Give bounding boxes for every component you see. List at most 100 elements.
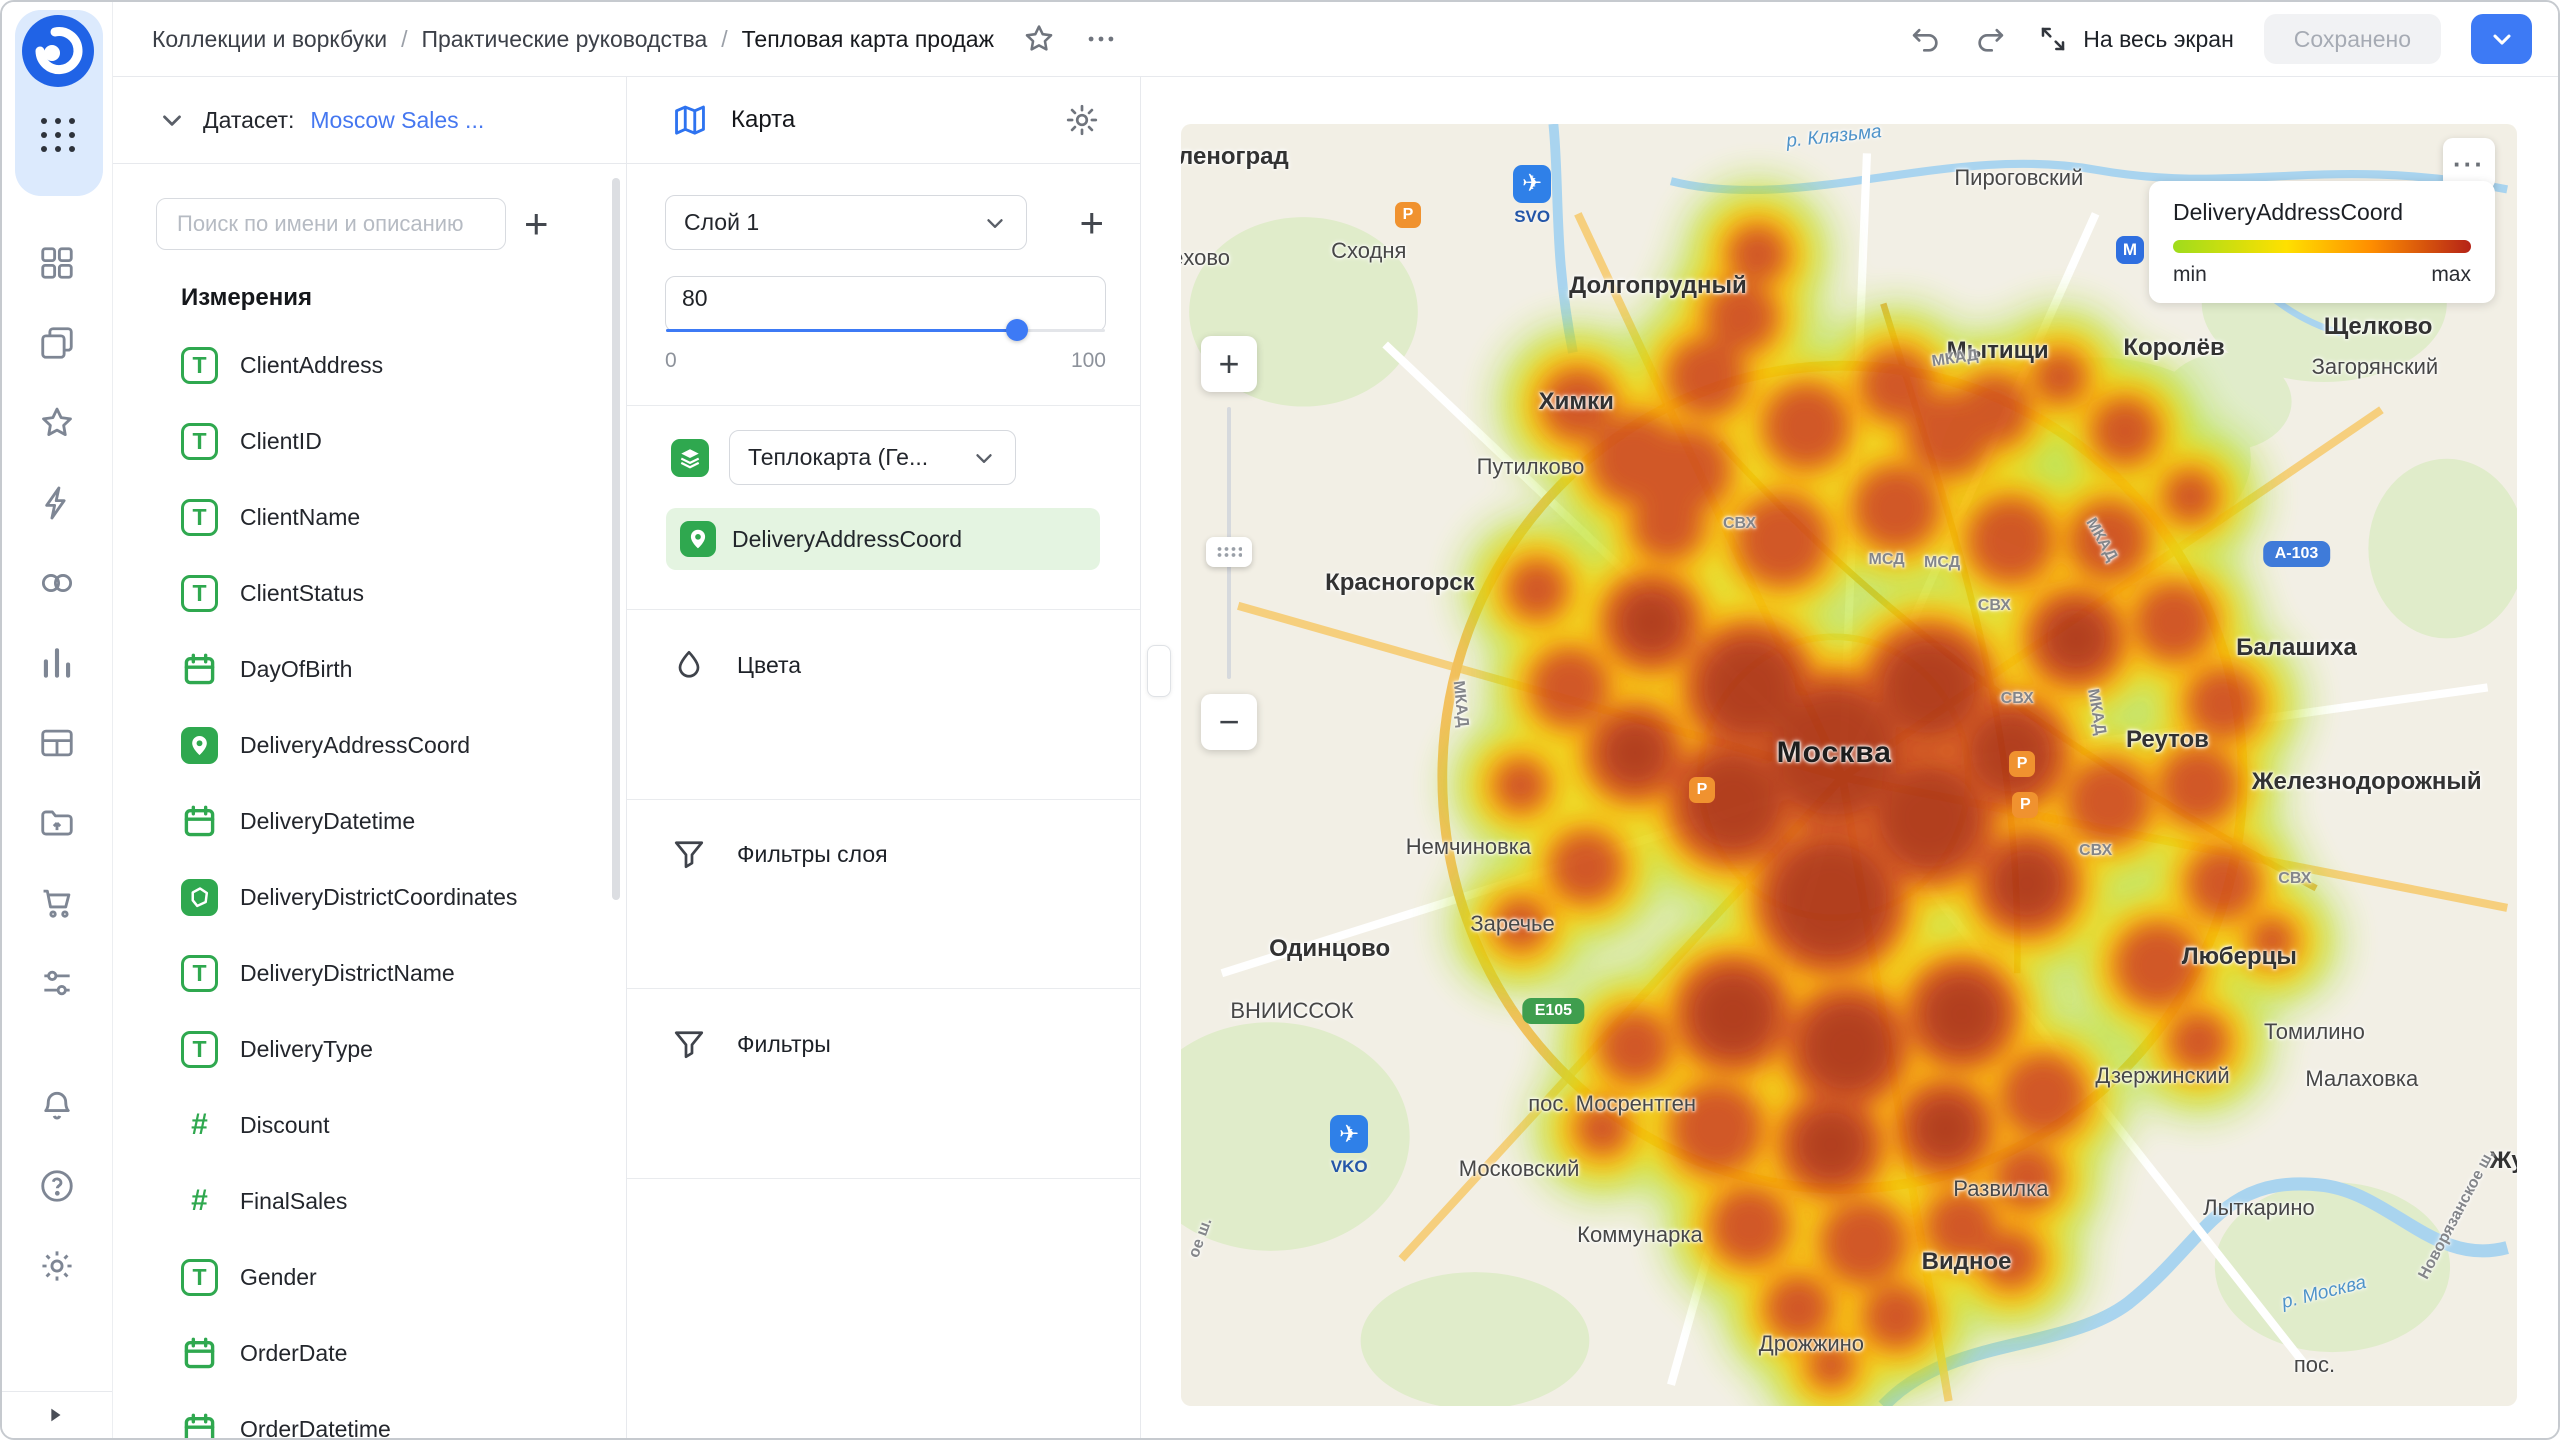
rail-item-folder[interactable]: [2, 783, 112, 863]
breadcrumb-item-current[interactable]: Тепловая карта продаж: [742, 26, 994, 53]
undo-icon[interactable]: [1909, 22, 1943, 56]
dataset-field-ClientStatus[interactable]: TClientStatus: [113, 555, 626, 631]
rail-item-star[interactable]: [2, 383, 112, 463]
redo-icon[interactable]: [1973, 22, 2007, 56]
opacity-value: 80: [682, 285, 708, 311]
geofield-pill-label: DeliveryAddressCoord: [732, 526, 962, 553]
dataset-field-DeliveryAddressCoord[interactable]: DeliveryAddressCoord: [113, 707, 626, 783]
field-search-input[interactable]: [156, 198, 506, 250]
filters-section[interactable]: Фильтры: [671, 1009, 1120, 1079]
geofield-pill[interactable]: DeliveryAddressCoord: [666, 508, 1100, 570]
geolayer-type-select[interactable]: Теплокарта (Ге...: [729, 430, 1016, 485]
chart-settings-panel: Карта Слой 1 + 80 0 100: [627, 77, 1141, 1438]
breadcrumb-item-guides[interactable]: Практические руководства: [421, 26, 707, 53]
rail-item-rings[interactable]: [2, 543, 112, 623]
rail-nav-top: [2, 223, 112, 1023]
rail-item-bar-chart[interactable]: [2, 623, 112, 703]
divider: [627, 799, 1140, 800]
opacity-slider-handle[interactable]: [1006, 319, 1028, 341]
fullscreen-button[interactable]: На весь экран: [2037, 23, 2234, 55]
breadcrumb-item-collections[interactable]: Коллекции и воркбуки: [152, 26, 387, 53]
dataset-field-DayOfBirth[interactable]: DayOfBirth: [113, 631, 626, 707]
dataset-field-DeliveryDatetime[interactable]: DeliveryDatetime: [113, 783, 626, 859]
rail-collapse-button[interactable]: [2, 1391, 112, 1438]
rail-item-table[interactable]: [2, 703, 112, 783]
field-name: Gender: [240, 1264, 317, 1291]
dataset-name-link[interactable]: Moscow Sales ...: [310, 107, 484, 134]
dimensions-section-title: Измерения: [181, 284, 312, 312]
legend-min-label: min: [2173, 263, 2207, 287]
field-name: ClientName: [240, 504, 360, 531]
field-type-date-icon: [181, 803, 218, 840]
field-name: DeliveryType: [240, 1036, 373, 1063]
filters-label: Фильтры: [737, 1031, 831, 1058]
dataset-header[interactable]: Датасет: Moscow Sales ...: [113, 77, 626, 164]
opacity-slider-labels: 0 100: [665, 349, 1106, 373]
field-name: DeliveryDatetime: [240, 808, 415, 835]
add-field-button[interactable]: +: [524, 203, 549, 245]
rail-item-sliders[interactable]: [2, 943, 112, 1023]
play-icon: [44, 1404, 66, 1426]
opacity-slider-track[interactable]: [666, 329, 1105, 332]
rail-item-bolt[interactable]: [2, 463, 112, 543]
field-name: ClientID: [240, 428, 322, 455]
field-type-number-icon: #: [181, 1107, 218, 1144]
rail-item-help[interactable]: [2, 1146, 112, 1226]
apps-grid-icon[interactable]: [41, 118, 77, 154]
dataset-field-Gender[interactable]: TGender: [113, 1239, 626, 1315]
map-icon: [671, 101, 709, 139]
field-type-string-icon: T: [181, 1031, 218, 1068]
divider: [627, 988, 1140, 989]
layer-row: Слой 1 +: [665, 195, 1104, 250]
field-name: FinalSales: [240, 1188, 347, 1215]
add-layer-button[interactable]: +: [1079, 202, 1104, 244]
save-dropdown-button[interactable]: [2471, 14, 2532, 64]
datalens-logo[interactable]: [22, 15, 94, 87]
funnel-icon: [671, 836, 707, 872]
favorite-star-icon[interactable]: [1022, 22, 1056, 56]
field-type-geopolygon-icon: [181, 879, 218, 916]
rail-item-gear[interactable]: [2, 1226, 112, 1306]
dataset-field-ClientID[interactable]: TClientID: [113, 403, 626, 479]
dataset-field-ClientAddress[interactable]: TClientAddress: [113, 327, 626, 403]
rail-item-cart[interactable]: [2, 863, 112, 943]
layer-opacity-slider[interactable]: 80: [665, 276, 1106, 332]
chevron-down-icon: [982, 210, 1008, 236]
fullscreen-label: На весь экран: [2083, 26, 2234, 53]
dataset-field-DeliveryType[interactable]: T DeliveryType: [113, 1011, 626, 1087]
dataset-field-OrderDatetime[interactable]: OrderDatetime: [113, 1391, 626, 1438]
opacity-slider-fill: [666, 329, 1017, 332]
colors-section[interactable]: Цвета: [671, 630, 1120, 700]
legend-title: DeliveryAddressCoord: [2173, 199, 2471, 226]
zoom-slider-handle[interactable]: [1206, 537, 1252, 567]
map-canvas[interactable]: еленоградСходняр. КлязьмаПироговский✈SVO…: [1181, 124, 2517, 1406]
dataset-scrollbar[interactable]: [612, 178, 620, 900]
layer-filters-section[interactable]: Фильтры слоя: [671, 819, 1120, 889]
panel-resize-handle[interactable]: [1147, 645, 1171, 697]
cart-icon: [38, 884, 76, 922]
map-area: еленоградСходняр. КлязьмаПироговский✈SVO…: [1141, 77, 2558, 1438]
more-options-icon[interactable]: [1084, 22, 1118, 56]
field-type-date-icon: [181, 651, 218, 688]
opacity-min-label: 0: [665, 349, 677, 373]
dataset-field-ClientName[interactable]: TClientName: [113, 479, 626, 555]
rail-item-bell[interactable]: [2, 1066, 112, 1146]
dataset-field-DeliveryDistrictCoordinates[interactable]: DeliveryDistrictCoordinates: [113, 859, 626, 935]
dataset-field-FinalSales[interactable]: #FinalSales: [113, 1163, 626, 1239]
dataset-field-DeliveryDistrictName[interactable]: TDeliveryDistrictName: [113, 935, 626, 1011]
layer-select[interactable]: Слой 1: [665, 195, 1027, 250]
dataset-field-OrderDate[interactable]: OrderDate: [113, 1315, 626, 1391]
breadcrumb: Коллекции и воркбуки / Практические руко…: [152, 26, 994, 53]
chart-panel-header: Карта: [627, 77, 1140, 164]
chart-settings-gear-icon[interactable]: [1064, 102, 1100, 138]
geolayer-type-value: Теплокарта (Ге...: [748, 444, 928, 471]
paint-drop-icon: [671, 647, 707, 683]
dataset-field-Discount[interactable]: #Discount: [113, 1087, 626, 1163]
rail-item-layers[interactable]: [2, 303, 112, 383]
colors-section-label: Цвета: [737, 652, 801, 679]
saved-button[interactable]: Сохранено: [2264, 14, 2441, 64]
zoom-in-button[interactable]: +: [1201, 336, 1257, 392]
rail-item-grid[interactable]: [2, 223, 112, 303]
zoom-out-button[interactable]: −: [1201, 694, 1257, 750]
field-type-date-icon: [181, 1411, 218, 1439]
